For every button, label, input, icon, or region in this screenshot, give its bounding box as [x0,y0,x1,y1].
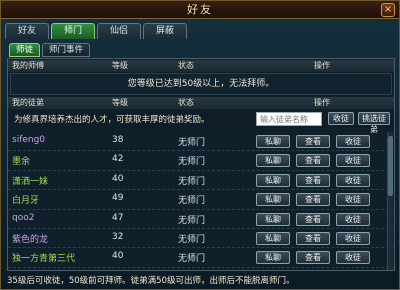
recruit-row-button[interactable]: 收徒 [336,193,370,207]
recruit-text: 为修真界培养杰出的人才，可获取丰厚的徒弟奖励。 [14,115,210,125]
recruit-row-button[interactable]: 收徒 [336,251,370,265]
recruit-row-button[interactable]: 收徒 [336,135,370,148]
disciple-status: 无师门 [178,215,206,226]
window-title: 好友 [187,3,213,16]
disciple-name: qoo2 [12,212,35,223]
view-button[interactable]: 查看 [296,193,330,207]
disciple-name: 独一方青第三代 [12,254,76,265]
disciple-col-level: 等级 [112,98,128,107]
recruit-row-button[interactable]: 收徒 [336,173,370,187]
close-button[interactable]: × [381,3,395,17]
disciple-list: sifeng0 38 无师门 私聊 查看 收徒 墨余 42 无师门 私聊 查看 收徒 潇洒一妹 40 无师门… [8,132,394,268]
whisper-button[interactable]: 私聊 [256,173,290,187]
scrollbar-thumb[interactable] [388,136,393,196]
disciple-col-name: 我的徒弟 [12,98,44,107]
disciple-row[interactable]: 潇洒一妹 40 无师门 私聊 查看 收徒 [8,171,394,191]
recruit-bar: 为修真界培养杰出的人才，可获取丰厚的徒弟奖励。 收徒 挑选徒弟 [10,110,392,134]
disciple-col-action: 操作 [314,98,330,107]
view-button[interactable]: 查看 [296,231,330,245]
tab-sect[interactable]: 师门 [51,23,96,39]
master-message: 您等级已达到50级以上，无法拜师。 [10,73,392,95]
disciple-row[interactable]: 白月牙 49 无师门 私聊 查看 收徒 [8,190,394,210]
recruit-button[interactable]: 收徒 [328,112,354,125]
disciple-level: 49 [112,193,124,204]
recruit-row-button[interactable]: 收徒 [336,231,370,245]
master-col-level: 等级 [112,61,128,70]
view-button[interactable]: 查看 [296,154,330,168]
friends-window: 好友 × 好友 师门 仙侣 屏蔽 师徒 师门事件 我的师傅 等级 状态 操作 您… [0,0,400,290]
disciple-name: 潇洒一妹 [12,176,49,187]
disciple-row[interactable]: 墨余 42 无师门 私聊 查看 收徒 [8,151,394,171]
whisper-button[interactable]: 私聊 [256,231,290,245]
main-tabs: 好友 师门 仙侣 屏蔽 [5,23,188,39]
tab-partner[interactable]: 仙侣 [97,23,142,39]
disciple-name-input[interactable] [256,112,322,126]
disciple-level: 32 [112,231,124,242]
view-button[interactable]: 查看 [296,173,330,187]
master-col-name: 我的师傅 [12,61,44,70]
view-button[interactable]: 查看 [296,135,330,148]
view-button[interactable]: 查看 [296,212,330,226]
tab-blocked[interactable]: 屏蔽 [143,23,188,39]
whisper-button[interactable]: 私聊 [256,154,290,168]
disciple-status: 无师门 [178,254,206,265]
disciple-col-status: 状态 [178,98,194,107]
disciple-level: 38 [112,135,124,145]
disciple-status: 无师门 [178,157,206,168]
whisper-button[interactable]: 私聊 [256,135,290,148]
disciple-level: 40 [112,173,124,184]
master-col-status: 状态 [178,61,194,70]
subtab-sect-events[interactable]: 师门事件 [42,43,91,57]
pick-disciple-button[interactable]: 挑选徒弟 [358,112,390,134]
tab-friends[interactable]: 好友 [5,23,50,39]
whisper-button[interactable]: 私聊 [256,212,290,226]
subtab-master-disciple[interactable]: 师徒 [9,43,41,57]
disciple-row[interactable]: 紫色的龙 32 无师门 私聊 查看 收徒 [8,229,394,249]
master-header: 我的师傅 等级 状态 操作 [8,60,394,72]
master-col-action: 操作 [314,61,330,70]
disciple-status: 无师门 [178,234,206,245]
disciple-status: 无师门 [178,176,206,187]
disciple-row[interactable]: sifeng0 38 无师门 私聊 查看 收徒 [8,132,394,152]
disciple-status: 无师门 [178,196,206,207]
whisper-button[interactable]: 私聊 [256,251,290,265]
sub-tabs: 师徒 师门事件 [9,43,91,57]
disciple-header: 我的徒弟 等级 状态 操作 [8,97,394,109]
disciple-row[interactable]: qoo2 47 无师门 私聊 查看 收徒 [8,210,394,229]
disciple-status: 无师门 [178,138,206,148]
recruit-row-button[interactable]: 收徒 [336,212,370,226]
disciple-name: 紫色的龙 [12,234,49,245]
disciple-level: 42 [112,154,124,165]
disciple-level: 47 [112,212,124,223]
footer-note: 35级后可收徒，50级前可拜师。徒弟满50级可出师，出师后不能脱离师门。 [7,276,295,286]
sect-panel: 我的师傅 等级 状态 操作 您等级已达到50级以上，无法拜师。 我的徒弟 等级 … [7,58,395,271]
scrollbar[interactable] [387,132,393,270]
disciple-name: 墨余 [12,157,31,168]
recruit-row-button[interactable]: 收徒 [336,154,370,168]
disciple-name: sifeng0 [12,135,46,145]
disciple-row[interactable]: 独一方青第三代 40 无师门 私聊 查看 收徒 [8,248,394,268]
view-button[interactable]: 查看 [296,251,330,265]
disciple-name: 白月牙 [12,196,40,207]
title-bar[interactable]: 好友 × [1,1,399,19]
whisper-button[interactable]: 私聊 [256,193,290,207]
disciple-level: 40 [112,251,124,262]
